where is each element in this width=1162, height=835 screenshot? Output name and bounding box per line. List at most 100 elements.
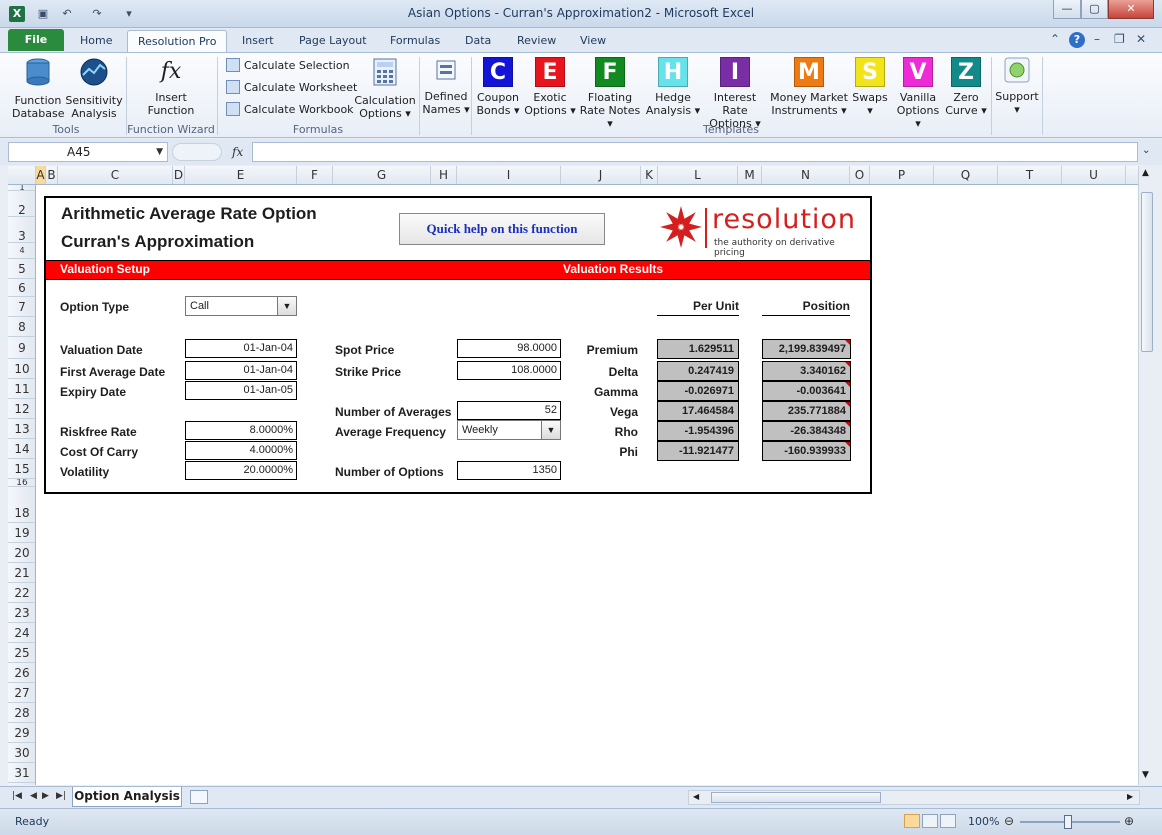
sensitivity-analysis-button[interactable]: Sensitivity Analysis [65,57,123,120]
tab-data[interactable]: Data [455,30,501,52]
row-header[interactable]: 18 [8,503,35,523]
strike-price-input[interactable]: 108.0000 [457,361,561,380]
insert-function-button[interactable]: fx Insert Function [140,57,202,117]
maximize-button[interactable]: ▢ [1081,0,1108,19]
worksheet-grid[interactable]: Arithmetic Average Rate Option Curran's … [36,185,1138,785]
vertical-scroll-thumb[interactable] [1141,192,1153,352]
column-header-o[interactable]: O [850,166,870,184]
column-header-n[interactable]: N [762,166,850,184]
row-header[interactable]: 24 [8,623,35,643]
insert-worksheet-icon[interactable] [190,790,208,804]
expand-formula-bar-icon[interactable]: ⌄ [1142,145,1150,156]
column-header-u[interactable]: U [1062,166,1126,184]
help-icon[interactable]: ? [1069,32,1085,48]
row-header[interactable]: 15 [8,459,35,479]
row-header[interactable]: 19 [8,523,35,543]
sheet-tab-option-analysis[interactable]: Option Analysis [72,787,182,807]
row-header[interactable]: 21 [8,563,35,583]
zoom-slider[interactable] [1020,815,1120,829]
expiry-date-input[interactable]: 01-Jan-05 [185,381,297,400]
tab-page-layout[interactable]: Page Layout [289,30,377,52]
volatility-input[interactable]: 20.0000% [185,461,297,480]
first-average-date-input[interactable]: 01-Jan-04 [185,361,297,380]
column-header-a[interactable]: A [36,166,46,184]
close-button[interactable]: ✕ [1108,0,1154,19]
template-coupon-bonds-button[interactable]: C Coupon Bonds ▾ [473,57,523,117]
row-header[interactable]: 22 [8,583,35,603]
tab-insert[interactable]: Insert [232,30,284,52]
template-interest-rate-options-button[interactable]: I Interest Rate Options ▾ [700,57,770,130]
row-header[interactable]: 9 [8,337,35,359]
quick-help-button[interactable]: Quick help on this function [399,213,605,245]
last-sheet-icon[interactable]: ▶| [56,791,66,801]
template-swaps-button[interactable]: S Swaps ▾ [848,57,892,117]
row-header[interactable]: 8 [8,317,35,337]
horizontal-scrollbar[interactable]: ◀ ▶ [688,790,1140,805]
minimize-ribbon-icon[interactable]: ⌃ [1050,32,1060,46]
normal-view-icon[interactable] [904,814,920,828]
column-header-p[interactable]: P [870,166,934,184]
scroll-down-icon[interactable]: ▼ [1142,770,1149,780]
row-header[interactable]: 25 [8,643,35,663]
row-header[interactable]: 31 [8,763,35,783]
workbook-minimize-icon[interactable]: – [1094,32,1100,46]
page-layout-view-icon[interactable] [922,814,938,828]
row-header[interactable]: 28 [8,703,35,723]
zoom-level[interactable]: 100% [968,815,999,828]
first-sheet-icon[interactable]: |◀ [12,791,22,801]
template-floating-rate-notes-button[interactable]: F Floating Rate Notes ▾ [577,57,643,130]
row-header[interactable]: 23 [8,603,35,623]
tab-view[interactable]: View [570,30,616,52]
insert-function-icon[interactable]: fx [232,145,243,159]
horizontal-scroll-thumb[interactable] [711,792,881,803]
calculate-worksheet-button[interactable]: Calculate Worksheet [226,79,357,97]
name-box[interactable]: A45 ▼ [8,142,168,162]
prev-sheet-icon[interactable]: ◀ [30,791,37,801]
next-sheet-icon[interactable]: ▶ [42,791,49,801]
workbook-close-icon[interactable]: ✕ [1136,32,1146,46]
row-header[interactable]: 13 [8,419,35,439]
row-header[interactable]: 7 [8,297,35,317]
tab-file[interactable]: File [8,29,64,51]
column-header-g[interactable]: G [333,166,431,184]
cost-of-carry-input[interactable]: 4.0000% [185,441,297,460]
column-header-h[interactable]: H [431,166,457,184]
support-button[interactable]: Support ▾ [994,55,1040,116]
row-header[interactable]: 30 [8,743,35,763]
row-header[interactable]: 2 [8,191,35,217]
row-header[interactable]: 10 [8,359,35,379]
calculation-options-button[interactable]: Calculation Options ▾ [354,57,416,120]
column-header-c[interactable]: C [58,166,173,184]
column-header-t[interactable]: T [998,166,1062,184]
row-header[interactable]: 14 [8,439,35,459]
row-header[interactable]: 11 [8,379,35,399]
template-zero-curve-button[interactable]: Z Zero Curve ▾ [943,57,989,117]
row-header[interactable]: 27 [8,683,35,703]
select-all-corner[interactable] [8,166,36,184]
column-header-m[interactable]: M [738,166,762,184]
page-break-view-icon[interactable] [940,814,956,828]
tab-review[interactable]: Review [507,30,566,52]
calculate-selection-button[interactable]: Calculate Selection [226,57,350,75]
template-hedge-analysis-button[interactable]: H Hedge Analysis ▾ [645,57,701,117]
function-database-button[interactable]: Function Database [12,57,65,120]
column-header-k[interactable]: K [641,166,658,184]
zoom-in-icon[interactable]: ⊕ [1124,814,1134,828]
row-header[interactable]: 3 [8,217,35,243]
row-header[interactable]: 12 [8,399,35,419]
scroll-left-icon[interactable]: ◀ [693,792,699,801]
scroll-up-icon[interactable]: ▲ [1142,168,1149,178]
row-header[interactable]: 29 [8,723,35,743]
zoom-out-icon[interactable]: ⊖ [1004,814,1014,828]
template-exotic-options-button[interactable]: E Exotic Options ▾ [523,57,577,117]
average-frequency-select[interactable]: Weekly ▼ [457,420,561,440]
column-header-b[interactable]: B [46,166,58,184]
spot-price-input[interactable]: 98.0000 [457,339,561,358]
valuation-date-input[interactable]: 01-Jan-04 [185,339,297,358]
column-header-l[interactable]: L [658,166,738,184]
formula-bar-separator[interactable] [172,143,222,161]
defined-names-button[interactable]: Defined Names ▾ [422,55,470,116]
chevron-down-icon[interactable]: ▼ [277,297,296,315]
template-money-market-button[interactable]: M Money Market Instruments ▾ [770,57,848,117]
zoom-slider-knob[interactable] [1064,815,1072,829]
